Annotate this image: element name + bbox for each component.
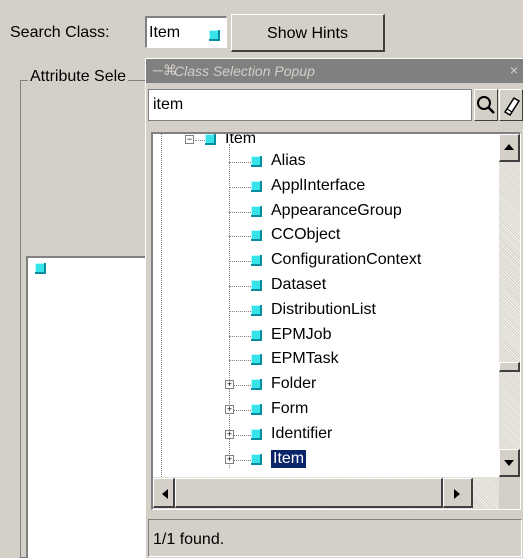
scroll-right-button[interactable] — [443, 478, 473, 508]
cube-icon — [209, 30, 220, 41]
scroll-left-button[interactable] — [153, 478, 175, 508]
tree-node-label: DistributionList — [271, 300, 376, 318]
attribute-list-panel[interactable] — [26, 256, 156, 558]
tree-node-label: EPMJob — [271, 325, 332, 343]
cube-icon — [251, 453, 262, 465]
cube-icon — [251, 428, 262, 440]
horizontal-scrollbar[interactable] — [153, 477, 499, 509]
tree-node-label: Item — [225, 134, 257, 147]
tree-guide-line — [195, 140, 205, 141]
popup-titlebar[interactable]: ─⌘ Class Selection Popup × — [146, 59, 523, 83]
expand-toggle[interactable]: + — [225, 380, 234, 390]
search-class-label: Search Class: — [10, 24, 110, 41]
popup-search-row — [146, 89, 523, 123]
cube-icon — [251, 379, 262, 391]
scroll-thumb[interactable] — [499, 362, 520, 372]
tree-node-label: ApplInterface — [271, 176, 366, 194]
status-bar: 1/1 found. — [148, 519, 522, 557]
scrollbar-corner — [499, 477, 520, 509]
tree-guide-line — [229, 360, 251, 362]
cube-icon — [251, 205, 262, 217]
cube-icon — [251, 304, 262, 316]
cube-icon — [35, 263, 46, 274]
cube-icon — [251, 230, 262, 242]
eraser-icon — [503, 96, 521, 117]
attribute-selection-label: Attribute Sele — [28, 68, 129, 86]
expand-toggle[interactable]: + — [225, 429, 234, 439]
tree-guide-line — [229, 211, 251, 213]
tree-node-label: CCObject — [271, 226, 341, 244]
expand-toggle[interactable]: + — [225, 454, 234, 464]
clear-button[interactable] — [499, 89, 523, 121]
tree-guide-line — [229, 310, 251, 312]
tree-node-label: Folder — [271, 375, 317, 393]
tree-node-label: EPMTask — [271, 350, 339, 368]
cube-icon — [251, 404, 262, 415]
tree-node-label: Alias — [271, 152, 306, 169]
tree-guide-line — [161, 134, 162, 477]
tree-node-label: AppearanceGroup — [271, 201, 402, 219]
expand-toggle[interactable]: + — [225, 405, 234, 414]
tree-guide-line — [229, 144, 230, 468]
tree-node-label: Item — [271, 449, 307, 468]
search-class-value: Item — [149, 24, 181, 41]
magnifier-icon — [477, 96, 495, 114]
scroll-up-button[interactable] — [499, 134, 520, 162]
scroll-down-button[interactable] — [499, 449, 520, 477]
cube-icon — [251, 354, 262, 366]
cube-icon — [251, 255, 262, 267]
horizontal-scroll-thumb[interactable] — [175, 478, 443, 508]
close-icon[interactable]: × — [510, 62, 518, 78]
arrow-right-icon — [454, 489, 460, 499]
cube-icon — [251, 280, 262, 291]
cube-icon — [251, 180, 262, 192]
tree-guide-line — [229, 335, 251, 337]
search-class-field[interactable]: Item — [145, 16, 227, 48]
arrow-up-icon — [504, 144, 514, 150]
class-selection-popup: ─⌘ Class Selection Popup × item Item − A… — [145, 58, 523, 558]
tree-guide-line — [229, 286, 251, 287]
cube-icon — [251, 156, 262, 167]
vertical-scrollbar[interactable] — [499, 134, 520, 477]
class-tree-viewport[interactable]: Item − Alias ApplInterface AppearanceGroup… — [153, 134, 499, 477]
cube-icon — [251, 329, 262, 341]
tree-guide-line — [229, 162, 251, 163]
popup-search-input[interactable] — [148, 89, 472, 121]
cube-icon — [205, 134, 216, 145]
tree-node-label: ConfigurationContext — [271, 251, 422, 269]
class-tree: Item − Alias ApplInterface AppearanceGroup… — [151, 132, 521, 510]
tree-node-label: Dataset — [271, 276, 327, 293]
tree-guide-line — [229, 236, 251, 238]
tree-guide-line — [229, 261, 251, 263]
tree-node-label: Identifier — [271, 424, 333, 442]
show-hints-button[interactable]: Show Hints — [231, 14, 385, 52]
popup-title: Class Selection Popup — [174, 63, 315, 79]
search-button[interactable] — [474, 89, 498, 121]
tree-guide-line — [229, 186, 251, 188]
collapse-toggle[interactable]: − — [185, 135, 194, 144]
arrow-down-icon — [504, 460, 514, 466]
tree-node-label: Form — [271, 400, 309, 417]
arrow-left-icon — [162, 489, 168, 499]
